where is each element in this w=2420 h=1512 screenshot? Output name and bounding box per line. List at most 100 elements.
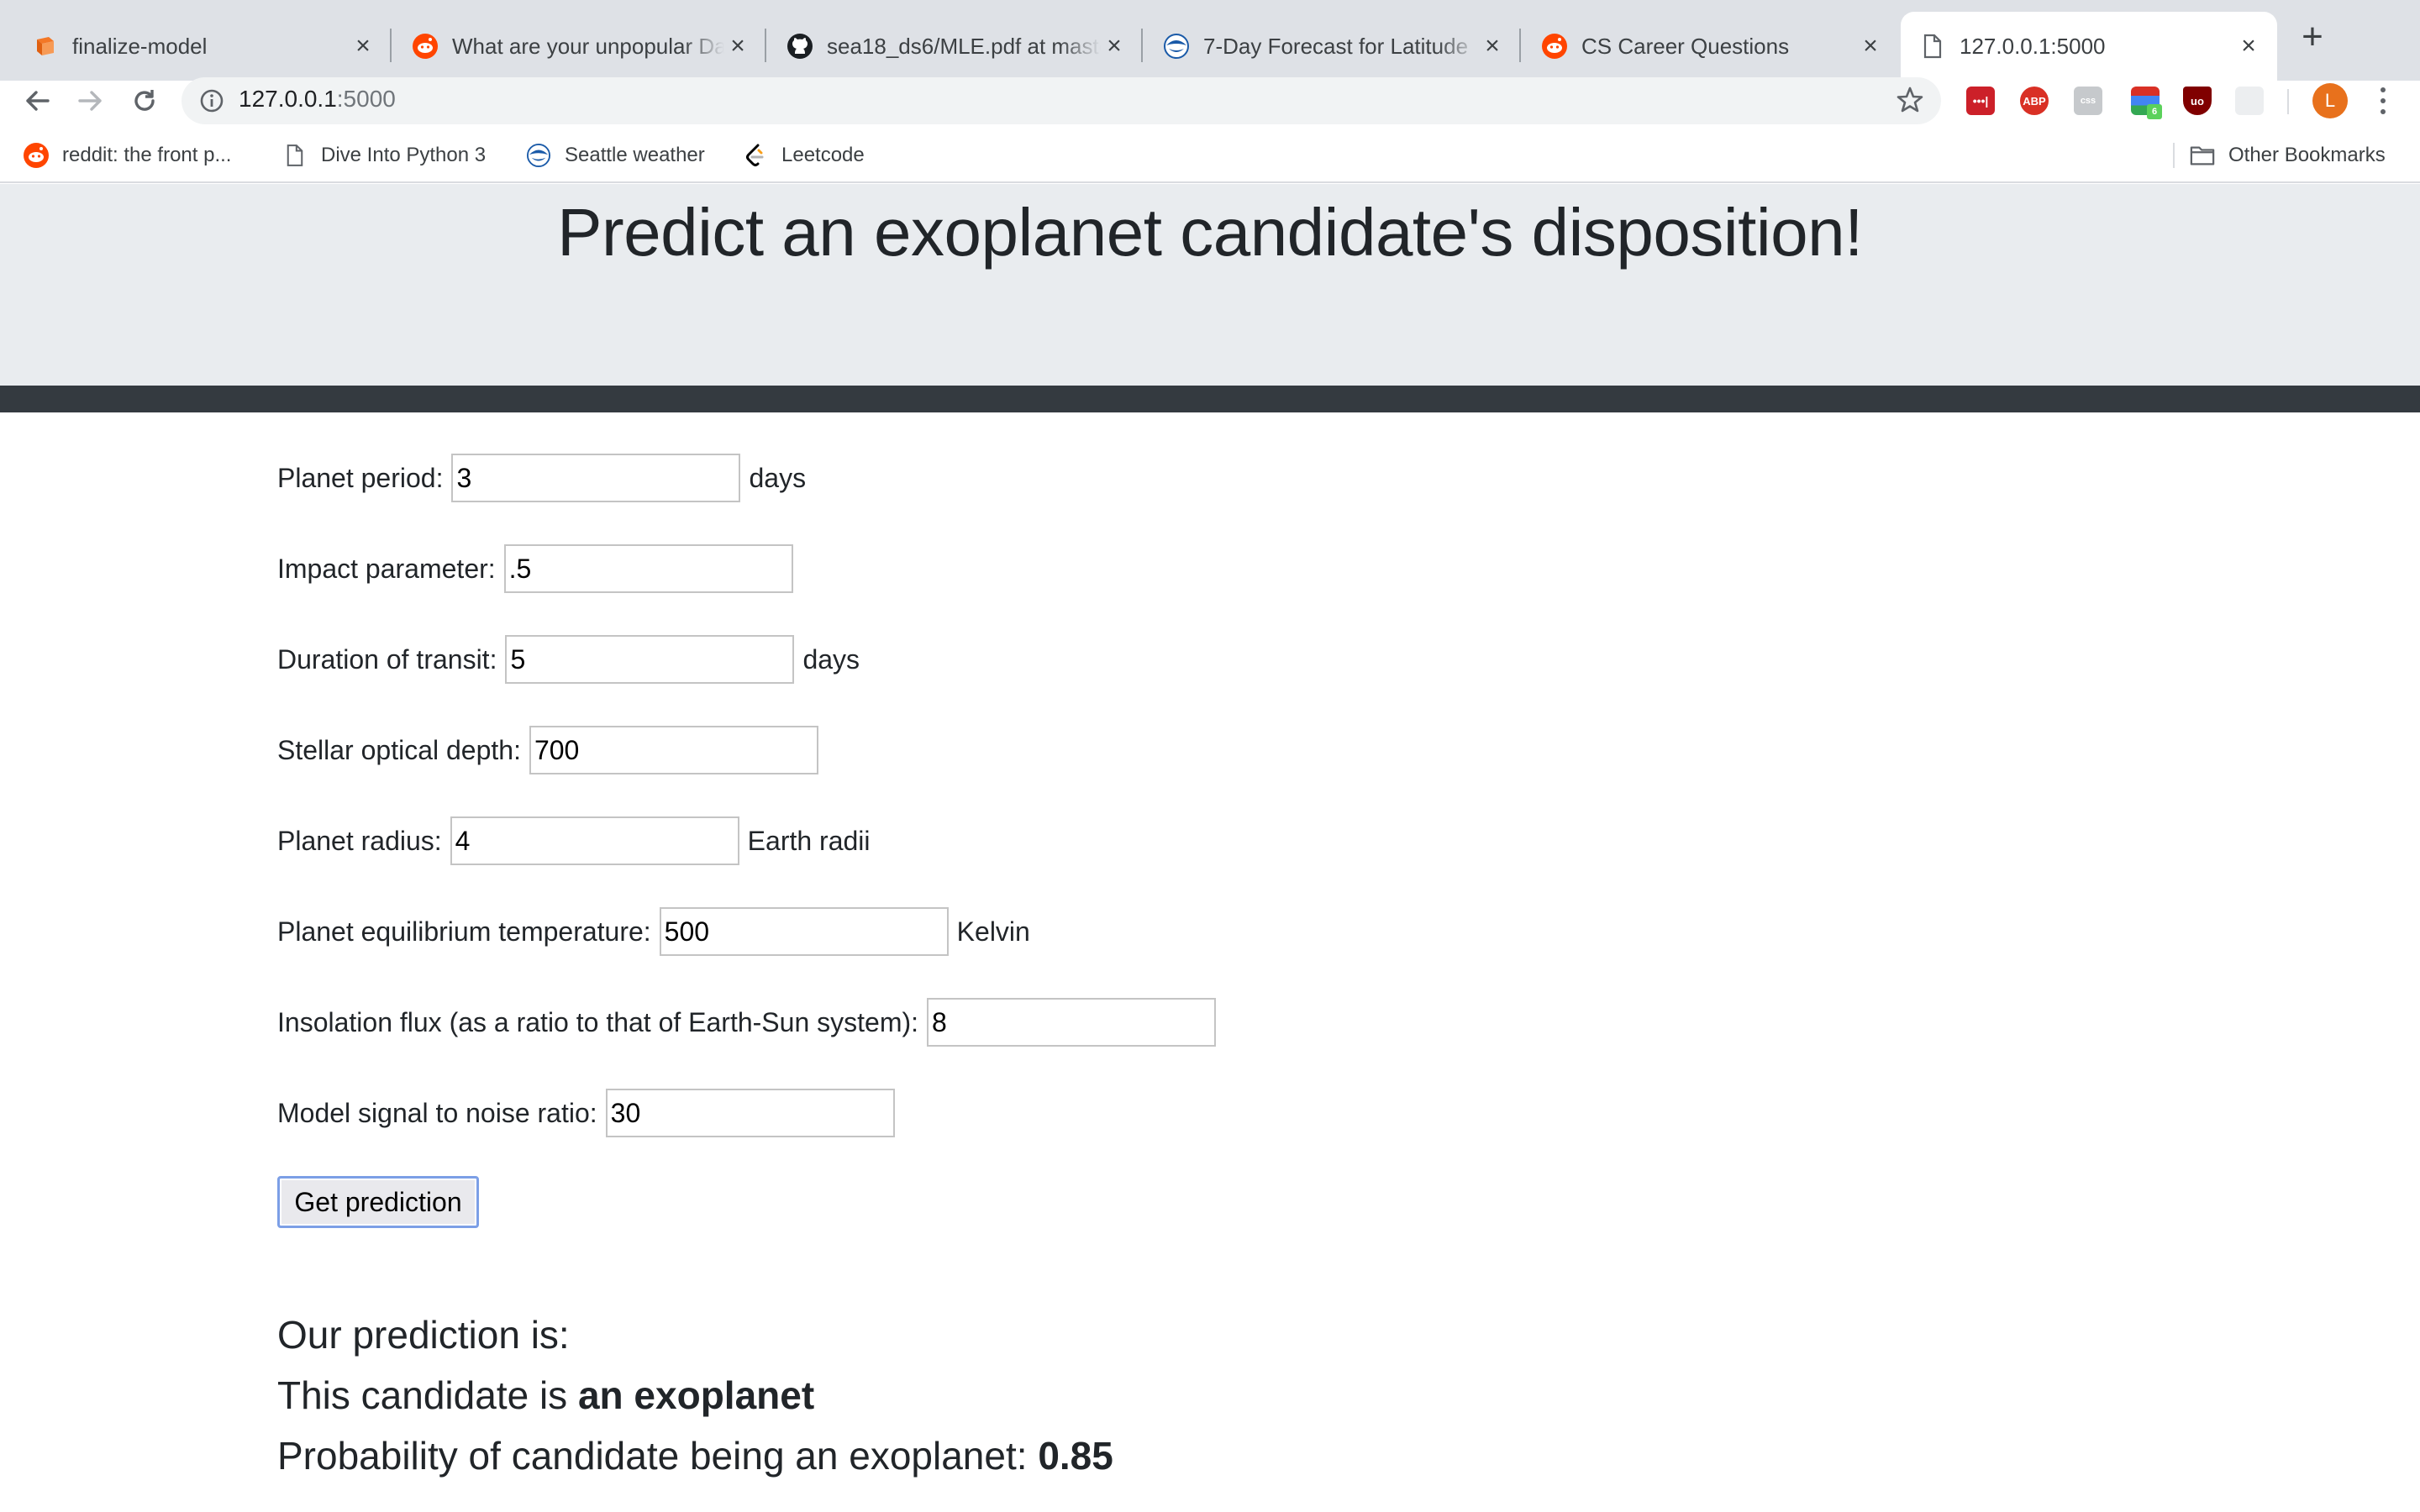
field-label: Insolation flux (as a ratio to that of E… [277,1006,919,1037]
jupyter-book-icon [32,33,59,60]
bookmark-star-icon[interactable] [1896,86,1924,114]
adblock-plus-icon[interactable]: ABP [2020,87,2049,115]
bookmark-label: reddit: the front p... [62,144,232,166]
field-label: Planet equilibrium temperature: [277,916,651,947]
tab-finalize-model[interactable]: finalize-model × [0,12,392,81]
planet-equilibrium-temperature-input[interactable] [659,907,949,956]
tab-cs-career[interactable]: CS Career Questions × [1521,12,1899,81]
tab-title: finalize-model [72,33,208,59]
noaa-icon [526,143,551,168]
tab-title: sea18_ds6/MLE.pdf at master [827,33,1101,59]
field-impact-parameter: Impact parameter: [277,544,793,593]
model-snr-input[interactable] [605,1089,895,1137]
field-unit: Earth radii [747,825,871,856]
field-duration-of-transit: Duration of transit: days [277,635,860,684]
field-label: Planet period: [277,462,444,493]
field-unit: days [749,462,807,493]
profile-avatar[interactable]: L [2312,83,2348,118]
tab-github-mle[interactable]: sea18_ds6/MLE.pdf at master × [766,12,1143,81]
field-stellar-optical-depth: Stellar optical depth: [277,726,818,774]
url-host: 127.0.0.1 [239,86,337,112]
bookmark-reddit[interactable]: reddit: the front p... [24,141,231,170]
bookmark-leetcode[interactable]: Leetcode [743,141,865,170]
tab-title: What are your unpopular Data [452,33,724,59]
reload-icon[interactable] [124,81,165,121]
toolbar-separator [2287,89,2289,114]
close-icon[interactable]: × [724,32,751,60]
reddit-icon [1541,33,1568,60]
close-icon[interactable]: × [350,32,376,60]
lastpass-icon[interactable]: •••| [1966,87,1995,115]
field-unit: days [802,643,860,675]
field-insolation-flux: Insolation flux (as a ratio to that of E… [277,998,1217,1047]
planet-period-input[interactable] [451,454,741,502]
leetcode-icon [743,143,768,168]
reddit-icon [412,33,439,60]
css-viewer-icon[interactable]: css [2074,87,2102,115]
tab-localhost[interactable]: 127.0.0.1:5000 × [1901,12,2277,81]
page-icon [282,143,308,168]
page-header: Predict an exoplanet candidate's disposi… [0,184,2420,386]
folder-icon [2190,143,2215,168]
field-planet-period: Planet period: days [277,454,806,502]
noaa-icon [1163,33,1190,60]
duration-of-transit-input[interactable] [505,635,795,684]
tab-reddit-unpopular[interactable]: What are your unpopular Data × [392,12,766,81]
field-label: Model signal to noise ratio: [277,1097,597,1128]
prediction-verdict: This candidate is an exoplanet [277,1373,814,1418]
address-bar[interactable]: 127.0.0.1:5000 [182,77,1941,124]
verdict-prefix: This candidate is [277,1373,578,1417]
insolation-flux-input[interactable] [927,998,1217,1047]
close-icon[interactable]: × [1479,32,1506,60]
bookmark-label: Seattle weather [565,144,705,166]
field-label: Stellar optical depth: [277,734,521,765]
get-prediction-button[interactable]: Get prediction [277,1176,479,1228]
impact-parameter-input[interactable] [503,544,793,593]
bookmarks-separator [2173,143,2175,168]
url-text[interactable]: 127.0.0.1:5000 [239,86,396,113]
other-bookmarks[interactable]: Other Bookmarks [2190,141,2386,170]
prediction-probability: Probability of candidate being an exopla… [277,1433,1113,1478]
new-tab-icon[interactable]: + [2294,18,2331,55]
field-planet-radius: Planet radius: Earth radii [277,816,871,865]
stellar-optical-depth-input[interactable] [529,726,818,774]
other-bookmarks-label: Other Bookmarks [2228,144,2386,166]
ublock-origin-icon[interactable]: uo [2183,87,2212,115]
tab-title: 127.0.0.1:5000 [1960,33,2106,59]
prediction-heading: Our prediction is: [277,1313,570,1357]
disabled-extension-icon[interactable] [2235,87,2264,115]
page-icon [1919,33,1946,60]
bookmarks-bar: reddit: the front p... Dive Into Python … [0,128,2420,183]
field-planet-equilibrium-temperature: Planet equilibrium temperature: Kelvin [277,907,1030,956]
field-unit: Kelvin [956,916,1030,947]
verdict-value: an exoplanet [577,1373,815,1417]
page-title: Predict an exoplanet candidate's disposi… [557,195,1863,270]
header-divider [0,386,2420,412]
bookmark-dive-into-python[interactable]: Dive Into Python 3 [282,141,486,170]
bookmark-label: Dive Into Python 3 [321,144,487,166]
url-port: :5000 [336,86,396,112]
tab-forecast[interactable]: 7-Day Forecast for Latitude × [1143,12,1521,81]
forward-icon[interactable] [71,81,111,121]
github-icon [786,33,813,60]
tab-title: CS Career Questions [1581,33,1790,59]
probability-prefix: Probability of candidate being an exopla… [277,1434,1039,1478]
probability-value: 0.85 [1038,1434,1113,1478]
tab-title: 7-Day Forecast for Latitude [1203,33,1469,59]
bookmark-seattle-weather[interactable]: Seattle weather [526,141,705,170]
close-icon[interactable]: × [1101,32,1128,60]
field-label: Duration of transit: [277,643,497,675]
close-icon[interactable]: × [2235,32,2262,60]
close-icon[interactable]: × [1857,32,1884,60]
reddit-icon [24,143,49,168]
bookmark-label: Leetcode [781,144,865,166]
menu-icon[interactable] [2375,84,2391,118]
field-label: Planet radius: [277,825,442,856]
field-label: Impact parameter: [277,553,496,584]
extension-badge: 6 [2147,104,2162,119]
back-icon[interactable] [17,81,57,121]
info-icon[interactable] [198,87,225,114]
tab-strip: finalize-model × What are your unpopular… [0,0,2420,81]
planet-radius-input[interactable] [450,816,739,865]
field-model-snr: Model signal to noise ratio: [277,1089,895,1137]
